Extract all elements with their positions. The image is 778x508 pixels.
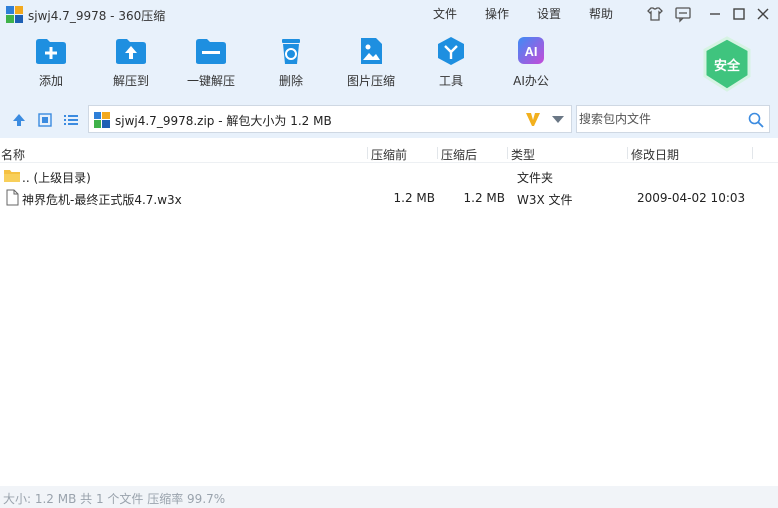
column-header-before[interactable]: 压缩前: [371, 146, 407, 163]
svg-text:AI: AI: [525, 44, 538, 59]
row-type: 文件夹: [517, 171, 554, 185]
feedback-icon[interactable]: [673, 4, 693, 24]
image-compress-icon: [361, 38, 382, 64]
search-input[interactable]: [579, 109, 739, 129]
path-field[interactable]: sjwj4.7_9978.zip - 解包大小为 1.2 MB: [88, 105, 572, 133]
thumbnail-view-icon[interactable]: [37, 112, 53, 128]
address-bar: sjwj4.7_9978.zip - 解包大小为 1.2 MB: [0, 102, 778, 138]
table-row-parent-dir[interactable]: .. (上级目录) 文件夹: [0, 165, 778, 187]
title-bar: sjwj4.7_9978 - 360压缩 文件 操作 设置 帮助: [0, 0, 778, 30]
column-header-after[interactable]: 压缩后: [441, 146, 477, 163]
row-date: 2009-04-02 10:03: [637, 191, 746, 205]
folder-icon: [4, 170, 20, 182]
tools-icon: [438, 37, 464, 65]
delete-button[interactable]: 删除: [251, 36, 331, 96]
column-header-type[interactable]: 类型: [511, 146, 535, 163]
menu-operate[interactable]: 操作: [485, 5, 509, 22]
row-size-after: 1.2 MB: [463, 191, 505, 205]
status-text: 大小: 1.2 MB 共 1 个文件 压缩率 99.7%: [3, 492, 226, 506]
path-text: sjwj4.7_9978.zip - 解包大小为 1.2 MB: [115, 114, 332, 128]
image-compress-label: 图片压缩: [346, 74, 395, 88]
image-compress-button[interactable]: 图片压缩: [331, 36, 411, 96]
skin-icon[interactable]: [645, 4, 665, 24]
row-size-before: 1.2 MB: [393, 191, 435, 205]
verified-v-icon[interactable]: [525, 111, 541, 127]
column-header-name[interactable]: 名称: [1, 146, 25, 163]
one-click-extract-label: 一键解压: [186, 74, 235, 88]
ai-office-label: AI办公: [513, 74, 549, 88]
row-name: .. (上级目录): [22, 171, 91, 185]
security-badge-text: 安全: [713, 59, 740, 74]
column-divider[interactable]: [437, 147, 438, 159]
file-icon: [6, 189, 19, 206]
row-type: W3X 文件: [517, 193, 573, 207]
row-name: 神界危机-最终正式版4.7.w3x: [22, 193, 182, 207]
table-row-file[interactable]: 神界危机-最终正式版4.7.w3x 1.2 MB 1.2 MB W3X 文件 2…: [0, 187, 778, 209]
delete-icon: [282, 39, 300, 64]
one-click-extract-icon: [196, 39, 226, 64]
add-button[interactable]: 添加: [11, 36, 91, 96]
status-bar: 大小: 1.2 MB 共 1 个文件 压缩率 99.7%: [0, 486, 778, 508]
column-divider[interactable]: [507, 147, 508, 159]
close-icon[interactable]: [753, 4, 773, 24]
ai-office-icon: AI: [518, 37, 544, 64]
window-title: sjwj4.7_9978 - 360压缩: [28, 9, 166, 23]
extract-to-label: 解压到: [112, 74, 149, 88]
menu-help[interactable]: 帮助: [589, 5, 613, 22]
toolbar: 添加 解压到 一键解压 删除 图片压缩 工具 AI AI办公 安全: [0, 30, 778, 102]
zip-archive-icon: [94, 112, 110, 128]
menu-settings[interactable]: 设置: [537, 5, 561, 22]
extract-to-icon: [116, 39, 146, 64]
search-icon[interactable]: [748, 112, 764, 128]
one-click-extract-button[interactable]: 一键解压: [171, 36, 251, 96]
delete-label: 删除: [278, 74, 303, 88]
minimize-icon[interactable]: [705, 4, 725, 24]
column-divider[interactable]: [367, 147, 368, 159]
app-logo-icon: [6, 6, 23, 23]
search-box: [576, 105, 770, 133]
add-icon: [36, 39, 66, 64]
tools-label: 工具: [438, 74, 463, 88]
extract-to-button[interactable]: 解压到: [91, 36, 171, 96]
column-divider[interactable]: [627, 147, 628, 159]
list-view-icon[interactable]: [63, 112, 79, 128]
chevron-down-icon[interactable]: [552, 116, 564, 124]
table-header: 名称 压缩前 压缩后 类型 修改日期: [0, 143, 778, 163]
add-label: 添加: [38, 74, 63, 88]
menu-file[interactable]: 文件: [433, 5, 457, 22]
column-divider[interactable]: [752, 147, 753, 159]
column-header-date[interactable]: 修改日期: [631, 146, 679, 163]
up-arrow-icon[interactable]: [11, 112, 27, 128]
ai-office-button[interactable]: AI AI办公: [491, 36, 571, 96]
tools-button[interactable]: 工具: [411, 36, 491, 96]
maximize-icon[interactable]: [729, 4, 749, 24]
